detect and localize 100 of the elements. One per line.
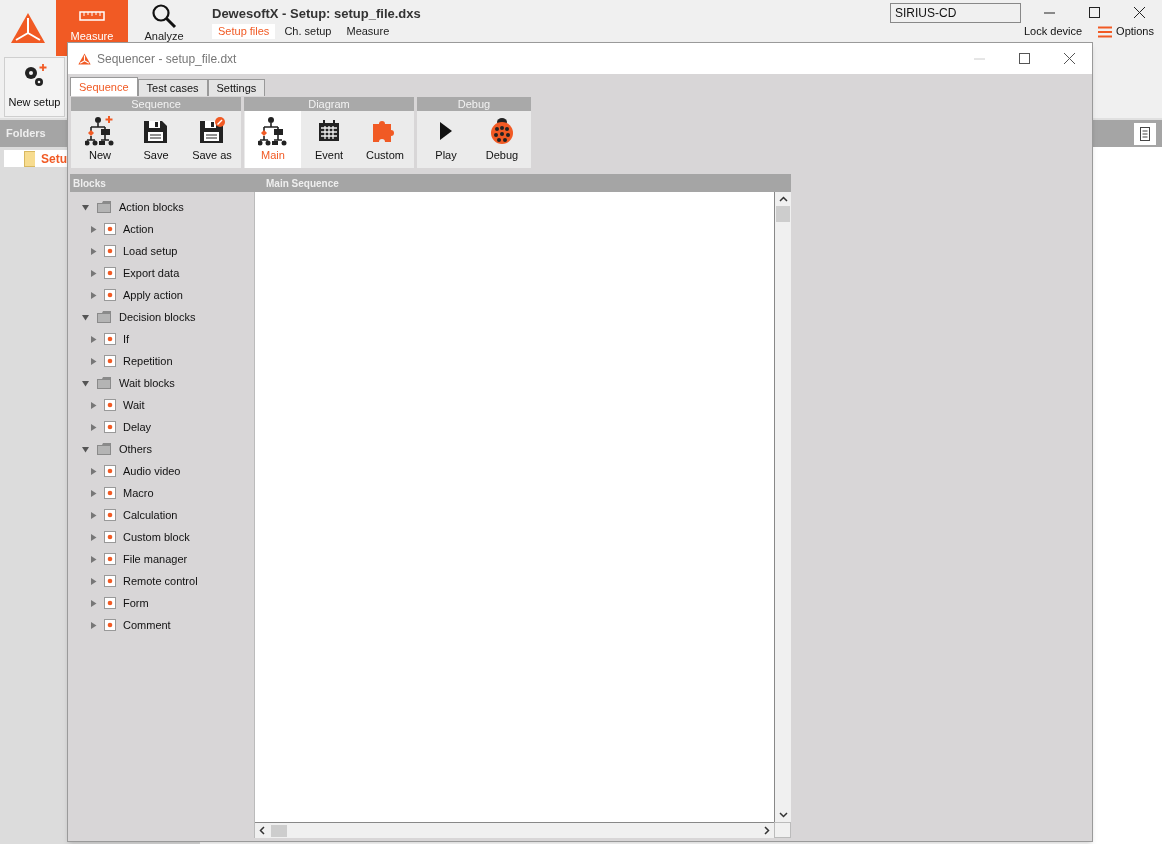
block-icon: [104, 333, 116, 345]
tab[interactable]: Test cases: [137, 79, 208, 96]
block-icon: [104, 553, 116, 565]
horizontal-scrollbar[interactable]: [255, 822, 774, 838]
tab[interactable]: Settings: [207, 79, 266, 96]
collapsed-arrow-icon[interactable]: [90, 291, 97, 299]
block-icon: [104, 289, 116, 301]
window-title: DewesoftX - Setup: setup_file.dxs: [212, 5, 421, 23]
collapsed-arrow-icon[interactable]: [90, 423, 97, 431]
calendar-icon: [317, 119, 341, 144]
tree-item[interactable]: Wait: [123, 396, 145, 414]
collapsed-arrow-icon[interactable]: [90, 357, 97, 365]
logo-icon: [10, 12, 46, 44]
collapsed-arrow-icon[interactable]: [90, 489, 97, 497]
tree-item[interactable]: Custom block: [123, 528, 190, 546]
tab[interactable]: Sequence: [70, 77, 138, 96]
collapsed-arrow-icon[interactable]: [90, 533, 97, 541]
tree-item[interactable]: Wait blocks: [119, 374, 175, 392]
tree-item[interactable]: Load setup: [123, 242, 178, 260]
tree-item[interactable]: Export data: [123, 264, 180, 282]
block-icon: [104, 575, 116, 587]
ribbon-button[interactable]: New: [72, 111, 128, 168]
scrollbar-thumb[interactable]: [271, 824, 287, 837]
block-icon: [104, 223, 116, 235]
tree-item[interactable]: Others: [119, 440, 152, 458]
search-icon: [151, 3, 177, 29]
new-setup-button[interactable]: New setup: [4, 57, 65, 117]
block-icon: [104, 619, 116, 631]
collapsed-arrow-icon[interactable]: [90, 599, 97, 607]
collapsed-arrow-icon[interactable]: [90, 401, 97, 409]
group-title: Debug: [417, 97, 531, 111]
block-icon: [104, 399, 116, 411]
ruler-icon: [79, 11, 105, 21]
device-field[interactable]: SIRIUS-CD: [890, 3, 1021, 23]
collapsed-arrow-icon[interactable]: [90, 577, 97, 585]
close-icon: [1134, 6, 1145, 18]
block-icon: [104, 465, 116, 477]
collapsed-arrow-icon[interactable]: [90, 335, 97, 343]
tree-item[interactable]: File manager: [123, 550, 188, 568]
vertical-scrollbar[interactable]: [774, 192, 791, 822]
tab[interactable]: Measure: [340, 24, 396, 39]
logo-icon: [78, 52, 91, 65]
tree-item[interactable]: Action blocks: [119, 198, 184, 216]
tree-item[interactable]: Repetition: [123, 352, 173, 370]
folder-icon: [97, 377, 111, 389]
panel-title: Main Sequence: [265, 176, 339, 191]
ribbon-button[interactable]: Event: [301, 111, 357, 168]
ribbon-button[interactable]: Debug: [474, 111, 530, 168]
collapsed-arrow-icon[interactable]: [90, 621, 97, 629]
block-icon: [104, 421, 116, 433]
tree-item[interactable]: Comment: [123, 616, 171, 634]
options-button[interactable]: Options: [1098, 23, 1154, 40]
tree-item[interactable]: If: [123, 330, 130, 348]
tree-item[interactable]: Audio video: [123, 462, 181, 480]
expanded-arrow-icon[interactable]: [82, 379, 89, 387]
folder-icon: [24, 150, 35, 167]
scrollbar-thumb[interactable]: [776, 206, 790, 222]
scroll-right-icon[interactable]: [764, 826, 770, 835]
block-icon: [104, 509, 116, 521]
tab[interactable]: Setup files: [212, 24, 276, 39]
ribbon-button[interactable]: Play: [418, 111, 474, 168]
block-icon: [104, 245, 116, 257]
tree-item[interactable]: Remote control: [123, 572, 198, 590]
collapsed-arrow-icon[interactable]: [90, 555, 97, 563]
group-title: Diagram: [244, 97, 414, 111]
collapsed-arrow-icon[interactable]: [90, 247, 97, 255]
document-button[interactable]: [1134, 122, 1156, 145]
tree-item[interactable]: Decision blocks: [119, 308, 196, 326]
folder-icon: [97, 443, 111, 455]
flowchart-icon: [85, 116, 115, 147]
ribbon-button[interactable]: Save as: [184, 111, 240, 168]
document-icon: [1140, 126, 1150, 141]
scroll-down-icon[interactable]: [778, 812, 788, 818]
ribbon-button[interactable]: Save: [128, 111, 184, 168]
tree-item[interactable]: Form: [123, 594, 149, 612]
group-title: Sequence: [71, 97, 241, 111]
tree-item[interactable]: Apply action: [123, 286, 183, 304]
folder-icon: [97, 311, 111, 323]
block-icon: [104, 597, 116, 609]
block-icon: [104, 487, 116, 499]
play-icon: [439, 121, 453, 142]
ribbon-button[interactable]: Custom: [357, 111, 413, 168]
expanded-arrow-icon[interactable]: [82, 445, 89, 453]
tab[interactable]: Ch. setup: [278, 24, 338, 39]
collapsed-arrow-icon[interactable]: [90, 511, 97, 519]
scroll-left-icon[interactable]: [259, 826, 265, 835]
tree-item[interactable]: Delay: [123, 418, 152, 436]
collapsed-arrow-icon[interactable]: [90, 225, 97, 233]
tree-item[interactable]: Macro: [123, 484, 154, 502]
save-as-icon: [198, 117, 226, 146]
menu-icon: [1098, 25, 1113, 38]
tree-item[interactable]: Calculation: [123, 506, 178, 524]
expanded-arrow-icon[interactable]: [82, 203, 89, 211]
lock-device-link[interactable]: Lock device: [1024, 23, 1083, 40]
expanded-arrow-icon[interactable]: [82, 313, 89, 321]
tree-item[interactable]: Action: [123, 220, 154, 238]
collapsed-arrow-icon[interactable]: [90, 269, 97, 277]
folder-icon: [97, 201, 111, 213]
scroll-up-icon[interactable]: [778, 196, 788, 202]
collapsed-arrow-icon[interactable]: [90, 467, 97, 475]
